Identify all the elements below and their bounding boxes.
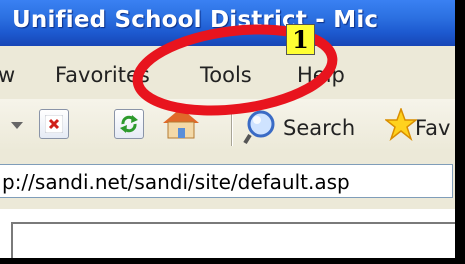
- browser-window: Unified School District - Mic w Favorite…: [0, 0, 465, 264]
- annotation-ellipse: [132, 24, 338, 116]
- step-number-badge: 1: [286, 24, 315, 55]
